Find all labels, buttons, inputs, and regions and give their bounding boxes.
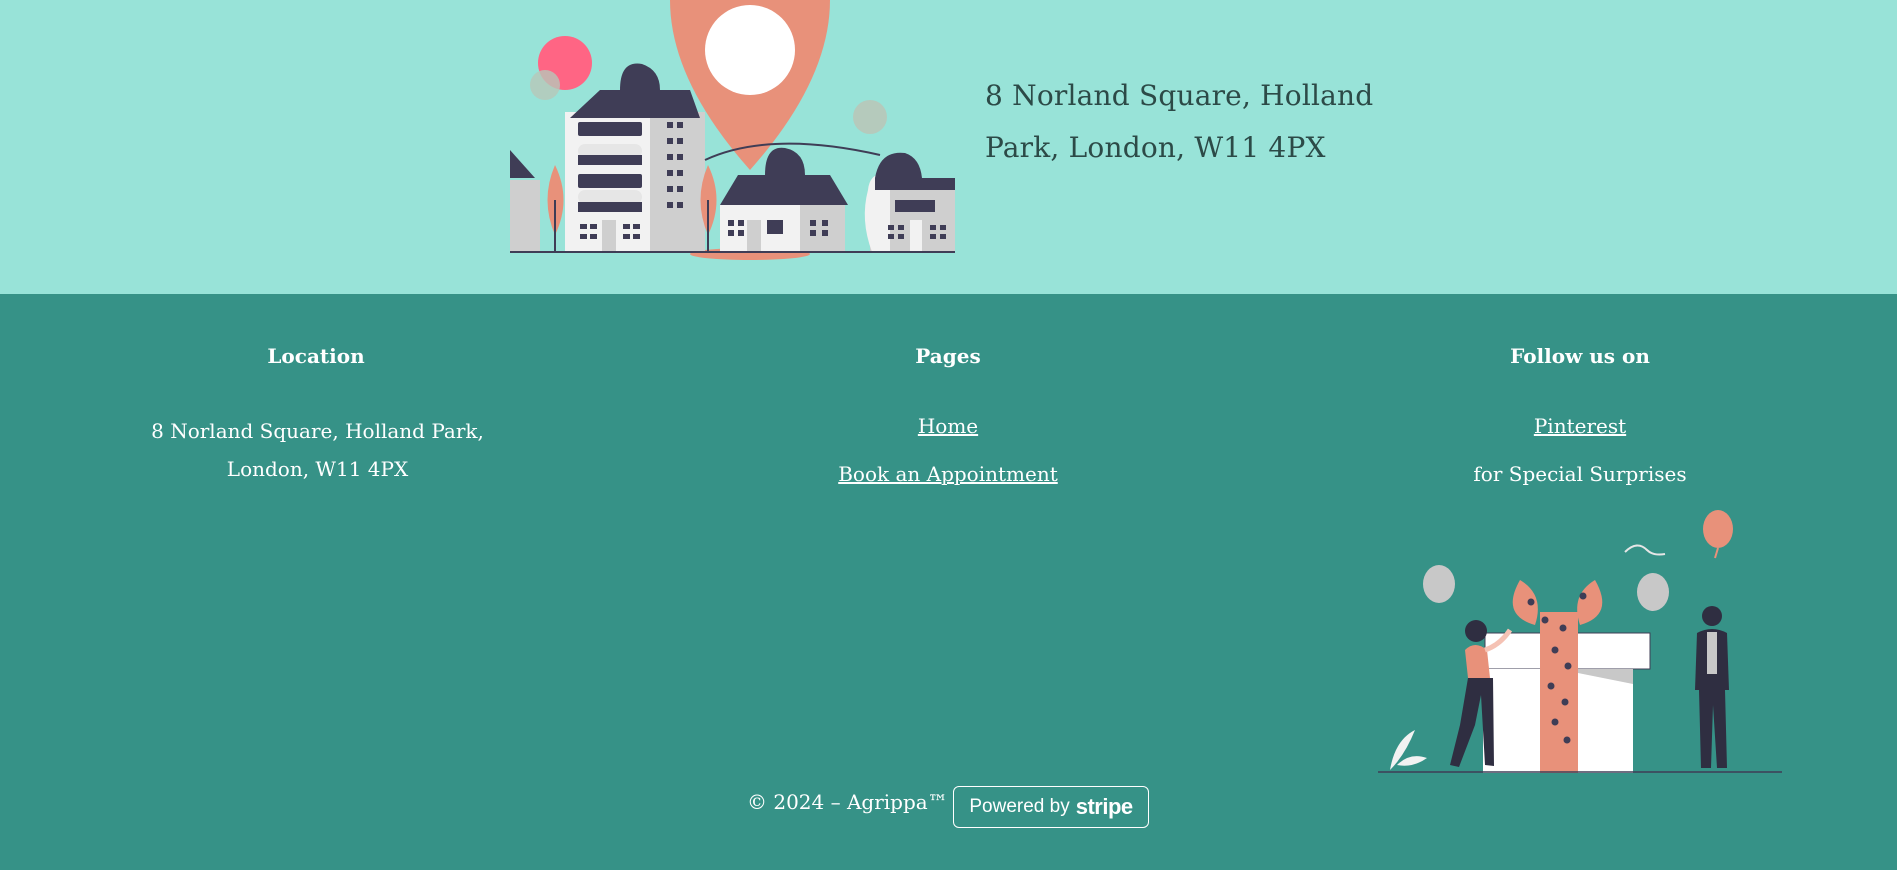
banner-address: 8 Norland Square, Holland Park, London, … <box>985 70 1405 174</box>
pages-heading: Pages <box>915 344 981 368</box>
powered-by-stripe-badge[interactable]: Powered by stripe <box>953 786 1149 828</box>
location-address-line2: London, W11 4PX <box>226 457 409 481</box>
follow-note: for Special Surprises <box>1473 462 1687 486</box>
gift-box-people-illustration <box>1378 510 1782 773</box>
location-heading: Location <box>267 344 365 368</box>
pinterest-link[interactable]: Pinterest <box>1264 414 1896 438</box>
book-appointment-link[interactable]: Book an Appointment <box>632 462 1264 486</box>
location-address: 8 Norland Square, Holland Park, London, … <box>140 412 495 488</box>
stripe-logo: stripe <box>1075 794 1133 819</box>
copyright-text: © 2024 – Agrippa™ <box>747 790 948 814</box>
stripe-prefix: Powered by <box>969 796 1070 817</box>
follow-heading: Follow us on <box>1510 344 1650 368</box>
banner-address-line2: Park, London, W11 4PX <box>985 131 1326 164</box>
home-link[interactable]: Home <box>632 414 1264 438</box>
location-banner: 8 Norland Square, Holland Park, London, … <box>0 0 1897 294</box>
city-map-pin-illustration <box>510 0 955 260</box>
location-address-line1: 8 Norland Square, Holland Park, <box>151 419 484 443</box>
banner-address-line1: 8 Norland Square, Holland <box>985 79 1374 112</box>
